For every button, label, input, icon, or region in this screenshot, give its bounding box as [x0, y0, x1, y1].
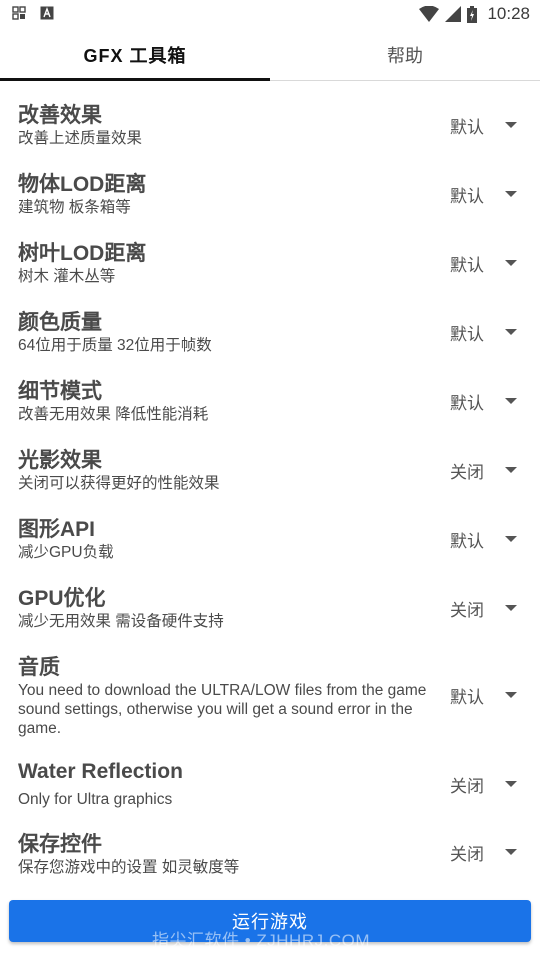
setting-desc: 改善无用效果 降低性能消耗: [18, 406, 209, 423]
setting-title: Water Reflection: [18, 760, 183, 783]
setting-desc: 减少无用效果 需设备硬件支持: [18, 613, 224, 630]
setting-title: 改善效果: [18, 104, 102, 127]
dropdown-caret-icon[interactable]: [505, 692, 517, 698]
cell-signal-icon: [445, 6, 462, 22]
setting-row-water-reflection[interactable]: Water Reflection Only for Ultra graphics…: [0, 756, 540, 816]
setting-value-dropdown[interactable]: 默认: [450, 113, 484, 138]
dropdown-caret-icon[interactable]: [505, 781, 517, 787]
setting-title: 颜色质量: [18, 311, 102, 334]
notification-a-icon: [40, 6, 54, 20]
setting-desc: Only for Ultra graphics: [18, 791, 173, 808]
setting-value-dropdown[interactable]: 关闭: [450, 840, 484, 865]
setting-row-save-controls[interactable]: 保存控件 保存您游戏中的设置 如灵敏度等 关闭: [0, 824, 540, 884]
status-time: 10:28: [487, 4, 530, 23]
dropdown-caret-icon[interactable]: [505, 536, 517, 542]
setting-row-graphics-api[interactable]: 图形API 减少GPU负载 默认: [0, 509, 540, 569]
setting-title: 物体LOD距离: [18, 173, 147, 196]
dropdown-caret-icon[interactable]: [505, 260, 517, 266]
setting-title: 图形API: [18, 518, 96, 541]
setting-row-improve-effect[interactable]: 改善效果 改善上述质量效果 默认: [0, 95, 540, 155]
setting-title: GPU优化: [18, 587, 106, 610]
setting-value-dropdown[interactable]: 关闭: [450, 596, 484, 621]
setting-desc: 树木 灌木丛等: [18, 268, 116, 285]
dropdown-caret-icon[interactable]: [505, 605, 517, 611]
watermark: 指尖汇软件 • ZJHHRJ.COM: [152, 931, 370, 950]
battery-icon: [467, 5, 478, 23]
setting-title: 树叶LOD距离: [18, 242, 147, 265]
setting-desc: 关闭可以获得更好的性能效果: [18, 475, 220, 492]
setting-row-color-quality[interactable]: 颜色质量 64位用于质量 32位用于帧数 默认: [0, 302, 540, 362]
setting-desc: 减少GPU负载: [18, 544, 114, 561]
setting-desc: 64位用于质量 32位用于帧数: [18, 337, 212, 354]
setting-title: 保存控件: [18, 833, 102, 856]
setting-desc: You need to download the ULTRA/LOW files…: [18, 682, 427, 737]
setting-title: 细节模式: [18, 380, 102, 403]
setting-value-dropdown[interactable]: 默认: [450, 182, 484, 207]
wifi-icon: [419, 6, 440, 22]
dropdown-caret-icon[interactable]: [505, 122, 517, 128]
dropdown-caret-icon[interactable]: [505, 849, 517, 855]
setting-value-dropdown[interactable]: 默认: [450, 683, 484, 708]
tab-help[interactable]: 帮助: [270, 30, 540, 80]
setting-value-dropdown[interactable]: 默认: [450, 320, 484, 345]
setting-value-dropdown[interactable]: 关闭: [450, 458, 484, 483]
status-bar: 10:28: [0, 0, 540, 30]
setting-value-dropdown[interactable]: 默认: [450, 527, 484, 552]
notification-grid-icon: [12, 6, 26, 20]
setting-title: 光影效果: [18, 449, 102, 472]
setting-desc: 建筑物 板条箱等: [18, 199, 131, 216]
tab-bar: GFX 工具箱 帮助: [0, 30, 540, 81]
tab-gfx-toolbox[interactable]: GFX 工具箱: [0, 30, 270, 80]
setting-value-dropdown[interactable]: 关闭: [450, 772, 484, 797]
setting-row-object-lod[interactable]: 物体LOD距离 建筑物 板条箱等 默认: [0, 164, 540, 224]
setting-desc: 保存您游戏中的设置 如灵敏度等: [18, 859, 240, 876]
setting-value-dropdown[interactable]: 默认: [450, 389, 484, 414]
setting-row-gpu-optimization[interactable]: GPU优化 减少无用效果 需设备硬件支持 关闭: [0, 578, 540, 638]
dropdown-caret-icon[interactable]: [505, 329, 517, 335]
dropdown-caret-icon[interactable]: [505, 467, 517, 473]
setting-row-detail-mode[interactable]: 细节模式 改善无用效果 降低性能消耗 默认: [0, 371, 540, 431]
setting-desc: 改善上述质量效果: [18, 130, 143, 147]
setting-row-sound-quality[interactable]: 音质 You need to download the ULTRA/LOW fi…: [0, 647, 540, 742]
active-tab-indicator: [0, 78, 270, 81]
setting-row-shadow-effect[interactable]: 光影效果 关闭可以获得更好的性能效果 关闭: [0, 440, 540, 500]
setting-title: 音质: [18, 656, 60, 679]
dropdown-caret-icon[interactable]: [505, 398, 517, 404]
setting-row-foliage-lod[interactable]: 树叶LOD距离 树木 灌木丛等 默认: [0, 233, 540, 293]
setting-value-dropdown[interactable]: 默认: [450, 251, 484, 276]
dropdown-caret-icon[interactable]: [505, 191, 517, 197]
